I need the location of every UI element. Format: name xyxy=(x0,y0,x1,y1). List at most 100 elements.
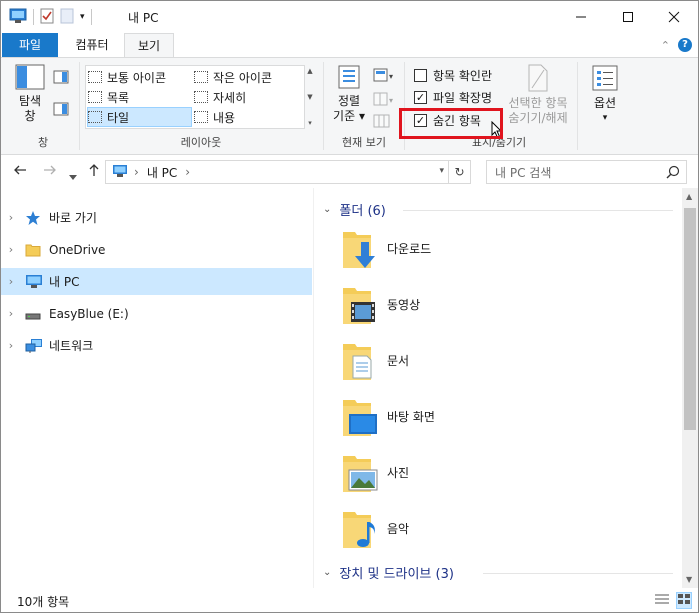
folders-section-label: 폴더 (6) xyxy=(339,204,386,219)
address-input[interactable]: › 내 PC › ▾ ↻ xyxy=(105,160,471,184)
svg-text:▾: ▾ xyxy=(389,72,393,81)
refresh-icon[interactable]: ↻ xyxy=(448,161,470,183)
folders-section-header[interactable]: ⌄ 폴더 (6) xyxy=(323,200,673,219)
layout-details[interactable]: 자세히 xyxy=(194,87,302,107)
search-input[interactable]: 내 PC 검색 xyxy=(486,160,687,184)
up-arrow-icon[interactable] xyxy=(87,163,101,181)
collapse-chevron-icon[interactable]: ⌄ xyxy=(323,204,331,215)
layout-tiles[interactable]: 타일 xyxy=(87,107,192,127)
folder-label: 바탕 화면 xyxy=(387,409,435,424)
nav-item-this-pc[interactable]: › 내 PC xyxy=(1,268,312,295)
add-columns-icon[interactable]: ▾ xyxy=(373,92,395,109)
properties-icon[interactable] xyxy=(40,8,54,27)
layout-item-label: 작은 아이콘 xyxy=(213,70,273,85)
expand-chevron-icon[interactable]: › xyxy=(1,275,21,288)
details-pane-icon[interactable] xyxy=(53,102,69,119)
recent-locations-icon[interactable] xyxy=(69,167,77,185)
minimize-button[interactable] xyxy=(558,1,604,33)
navigation-pane-button[interactable]: 탐색 창 xyxy=(13,64,47,124)
drive-icon xyxy=(25,306,43,322)
expand-chevron-icon[interactable]: › xyxy=(1,339,21,352)
tab-file[interactable]: 파일 xyxy=(2,33,58,57)
onedrive-folder-icon xyxy=(25,242,43,258)
network-icon xyxy=(25,338,43,354)
collapse-chevron-icon[interactable]: ⌄ xyxy=(323,567,331,578)
address-history-dropdown-icon[interactable]: ▾ xyxy=(439,166,444,176)
devices-section-header[interactable]: ⌄ 장치 및 드라이브 (3) xyxy=(323,563,673,582)
new-folder-icon[interactable] xyxy=(60,8,74,27)
item-checkboxes-checkbox[interactable] xyxy=(414,69,427,82)
desktop-folder-icon xyxy=(341,394,379,438)
layout-list[interactable]: 목록 xyxy=(88,87,192,107)
layout-scroll[interactable]: ▲ ▼ ▾ xyxy=(304,65,316,129)
folder-label: 문서 xyxy=(387,353,410,368)
layout-small-icons[interactable]: 작은 아이콘 xyxy=(194,67,302,87)
folder-item-documents[interactable]: 문서 xyxy=(341,334,541,386)
breadcrumb-separator-icon[interactable]: › xyxy=(185,165,190,179)
folder-item-downloads[interactable]: 다운로드 xyxy=(341,222,541,274)
item-checkboxes-option[interactable]: 항목 확인란 xyxy=(414,67,492,84)
hide-selected-button[interactable]: 선택한 항목 숨기기/해제 xyxy=(504,64,572,126)
ribbon-view: 탐색 창 창 보통 아이콘 작은 아이콘 목록 자세히 타일 내용 ▲ ▼ ▾ … xyxy=(1,57,698,155)
search-icon[interactable] xyxy=(666,165,680,182)
tab-computer[interactable]: 컴퓨터 xyxy=(61,33,123,57)
layout-item-label: 자세히 xyxy=(213,90,247,105)
layout-content[interactable]: 내용 xyxy=(194,107,302,127)
folder-item-music[interactable]: 음악 xyxy=(341,502,541,554)
folder-item-videos[interactable]: 동영상 xyxy=(341,278,541,330)
nav-item-onedrive[interactable]: › OneDrive xyxy=(1,236,312,263)
layout-item-label: 목록 xyxy=(107,90,130,105)
file-extensions-checkbox[interactable]: ✓ xyxy=(414,91,427,104)
expand-chevron-icon[interactable]: › xyxy=(1,211,21,224)
options-button[interactable]: 옵션 ▾ xyxy=(587,64,623,126)
section-divider xyxy=(483,573,673,574)
computer-icon[interactable] xyxy=(9,8,27,27)
breadcrumb-this-pc[interactable]: 내 PC xyxy=(147,164,177,181)
preview-pane-icon[interactable] xyxy=(53,70,69,87)
minimize-icon xyxy=(576,16,586,18)
customize-toolbar-icon[interactable]: ▾ xyxy=(80,12,85,22)
collapse-ribbon-icon[interactable]: ⌃ xyxy=(661,39,670,52)
content-scrollbar[interactable]: ▲ ▼ xyxy=(682,188,698,588)
computer-icon xyxy=(112,164,128,181)
close-icon xyxy=(668,11,680,23)
scrollbar-thumb[interactable] xyxy=(684,208,696,430)
current-view-group-label: 현재 보기 xyxy=(342,136,386,149)
computer-icon xyxy=(25,274,43,290)
expand-gallery-icon[interactable]: ▾ xyxy=(308,119,312,127)
nav-item-network[interactable]: › 네트워크 xyxy=(1,332,312,359)
scroll-down-icon[interactable]: ▼ xyxy=(686,575,692,584)
content-icon xyxy=(194,111,208,123)
scroll-up-icon[interactable]: ▲ xyxy=(686,192,692,201)
sort-by-button[interactable]: 정렬 기준 ▾ xyxy=(329,64,369,124)
help-icon[interactable]: ? xyxy=(678,38,692,52)
nav-item-label: EasyBlue (E:) xyxy=(49,306,129,321)
options-dropdown-icon: ▾ xyxy=(602,113,608,123)
layout-medium-icons[interactable]: 보통 아이콘 xyxy=(88,67,192,87)
scroll-down-icon[interactable]: ▼ xyxy=(307,93,312,101)
back-arrow-icon[interactable] xyxy=(13,163,27,181)
downloads-folder-icon xyxy=(341,226,379,270)
details-view-icon[interactable] xyxy=(654,593,670,608)
quick-access-toolbar: ▾ xyxy=(9,7,92,27)
options-label: 옵션 xyxy=(593,96,617,110)
expand-chevron-icon[interactable]: › xyxy=(1,243,21,256)
group-by-icon[interactable]: ▾ xyxy=(373,68,395,85)
file-extensions-option[interactable]: ✓ 파일 확장명 xyxy=(414,89,492,106)
folder-item-pictures[interactable]: 사진 xyxy=(341,446,541,498)
breadcrumb-separator-icon[interactable]: › xyxy=(134,165,139,179)
nav-item-quick-access[interactable]: › 바로 가기 xyxy=(1,204,312,231)
nav-item-easyblue-drive[interactable]: › EasyBlue (E:) xyxy=(1,300,312,327)
folder-label: 사진 xyxy=(387,465,410,480)
forward-arrow-icon[interactable] xyxy=(43,163,57,181)
nav-item-label: 네트워크 xyxy=(49,339,94,353)
annotation-highlight-box xyxy=(399,108,503,139)
tab-view[interactable]: 보기 xyxy=(124,33,174,58)
folder-item-desktop[interactable]: 바탕 화면 xyxy=(341,390,541,442)
maximize-button[interactable] xyxy=(605,1,651,33)
close-button[interactable] xyxy=(651,1,697,33)
large-icons-view-icon[interactable] xyxy=(676,592,692,609)
scroll-up-icon[interactable]: ▲ xyxy=(307,67,312,75)
expand-chevron-icon[interactable]: › xyxy=(1,307,21,320)
size-columns-icon[interactable] xyxy=(373,114,391,131)
